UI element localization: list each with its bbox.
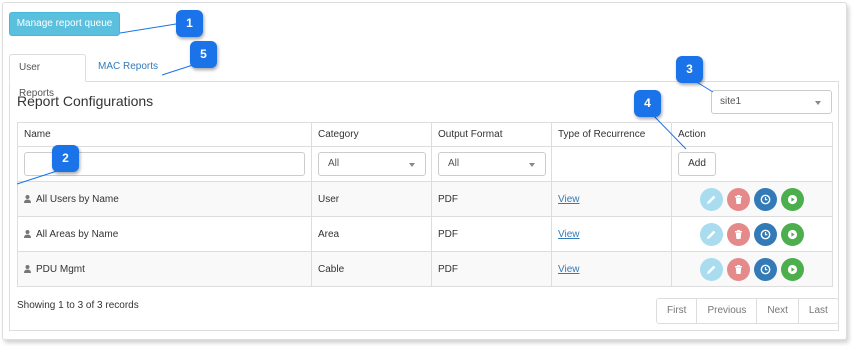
callout-leader-lines bbox=[16, 23, 714, 185]
callout-badge: 5 bbox=[190, 41, 217, 68]
callout-badge: 3 bbox=[676, 56, 703, 83]
callout-badge: 2 bbox=[52, 145, 79, 172]
callout-badge: 4 bbox=[634, 90, 661, 117]
callout-badge: 1 bbox=[176, 10, 203, 37]
